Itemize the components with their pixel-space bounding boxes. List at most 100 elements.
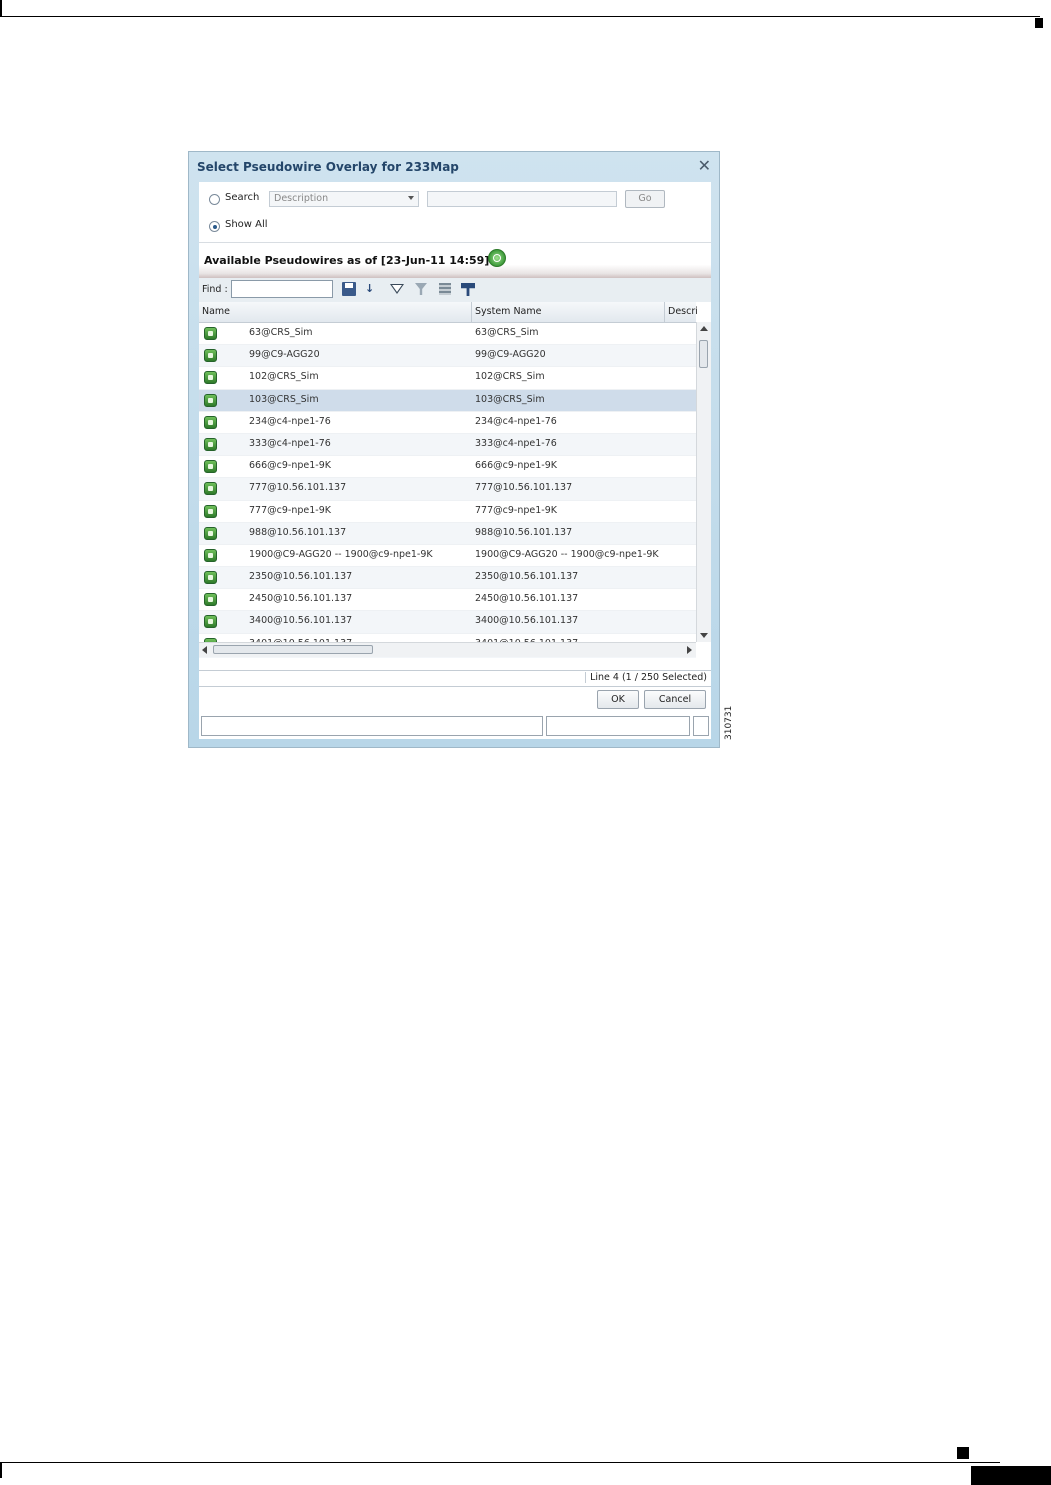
page-top-right-marker <box>1035 18 1043 28</box>
cell-name: 2450@10.56.101.137 <box>249 593 353 605</box>
selection-status: Line 4 (1 / 250 Selected) <box>585 672 707 683</box>
pseudowire-icon <box>204 571 217 585</box>
table-body: 63@CRS_Sim 63@CRS_Sim 99@C9-AGG20 99@C9-AGG… <box>199 323 696 658</box>
cell-name: 777@10.56.101.137 <box>249 482 347 494</box>
close-icon[interactable]: ✕ <box>698 156 711 175</box>
scroll-thumb[interactable] <box>699 340 708 368</box>
go-button[interactable]: Go <box>625 190 665 208</box>
save-icon[interactable] <box>342 282 356 296</box>
table-row[interactable]: 777@10.56.101.137 777@10.56.101.137 <box>199 478 696 501</box>
page-bottom-marker <box>957 1447 969 1459</box>
cell-name: 3400@10.56.101.137 <box>249 615 353 627</box>
table-row[interactable]: 777@c9-npe1-9K 777@c9-npe1-9K <box>199 501 696 523</box>
available-title: Available Pseudowires as of [23-Jun-11 1… <box>204 254 490 267</box>
table-row[interactable]: 988@10.56.101.137 988@10.56.101.137 <box>199 522 696 545</box>
cell-name: 2350@10.56.101.137 <box>249 571 353 583</box>
scroll-down-icon[interactable] <box>700 633 708 638</box>
column-divider[interactable] <box>471 302 472 322</box>
pseudowire-icon <box>204 460 217 474</box>
table-row[interactable]: 666@c9-npe1-9K 666@c9-npe1-9K <box>199 456 696 479</box>
table-row[interactable]: 2350@10.56.101.137 2350@10.56.101.137 <box>199 567 696 590</box>
scroll-thumb[interactable] <box>213 645 373 654</box>
filter-icon[interactable] <box>390 284 404 294</box>
cell-system-name: 666@c9-npe1-9K <box>475 460 557 472</box>
cell-system-name: 2350@10.56.101.137 <box>475 571 579 583</box>
status-bar-right <box>693 716 709 736</box>
pseudowire-icon <box>204 615 217 629</box>
cell-system-name: 988@10.56.101.137 <box>475 526 573 538</box>
search-text-input[interactable] <box>427 191 617 207</box>
cell-system-name: 63@CRS_Sim <box>475 327 539 338</box>
pseudowire-icon <box>204 327 217 340</box>
table-row[interactable]: 99@C9-AGG20 99@C9-AGG20 <box>199 345 696 368</box>
table-row[interactable]: 102@CRS_Sim 102@CRS_Sim <box>199 367 696 390</box>
pseudowire-icon <box>204 482 217 496</box>
refresh-icon[interactable] <box>488 249 506 267</box>
search-field-combo[interactable]: Description <box>269 191 419 207</box>
page-bottom-left-rule <box>0 1462 2 1478</box>
find-toolbar: Find : ↓ <box>199 278 711 302</box>
clear-filter-icon[interactable] <box>415 283 427 295</box>
cell-system-name: 1900@C9-AGG20 -- 1900@c9-npe1-9K <box>475 548 659 560</box>
cell-name: 1900@C9-AGG20 -- 1900@c9-npe1-9K <box>249 548 433 560</box>
ok-button[interactable]: OK <box>597 690 639 709</box>
pseudowire-icon <box>204 393 217 407</box>
cell-name: 103@CRS_Sim <box>249 393 319 405</box>
find-input[interactable] <box>231 280 333 298</box>
cell-system-name: 102@CRS_Sim <box>475 371 545 383</box>
column-header-description[interactable]: Descri <box>668 306 698 317</box>
sort-icon[interactable]: ↓ <box>365 282 379 296</box>
cell-system-name: 777@c9-npe1-9K <box>475 504 557 516</box>
cell-system-name: 333@c4-npe1-76 <box>475 437 557 449</box>
cell-name: 988@10.56.101.137 <box>249 526 347 538</box>
cancel-button[interactable]: Cancel <box>644 690 706 709</box>
column-divider[interactable] <box>664 302 665 322</box>
column-header-system-name[interactable]: System Name <box>475 306 541 317</box>
horizontal-scrollbar[interactable] <box>199 642 696 657</box>
search-radio[interactable] <box>209 194 220 205</box>
table-row[interactable]: 333@c4-npe1-76 333@c4-npe1-76 <box>199 433 696 457</box>
pseudowire-icon <box>204 548 217 562</box>
show-all-radio[interactable] <box>209 221 220 232</box>
search-field-value: Description <box>274 193 329 204</box>
pseudowire-icon <box>204 526 217 540</box>
pseudowire-table: Name System Name Descri 63@CRS_Sim 63@CRS… <box>199 302 711 658</box>
vertical-scrollbar[interactable] <box>696 322 711 642</box>
pseudowire-overlay-dialog: Select Pseudowire Overlay for 233Map ✕ S… <box>188 151 720 748</box>
pseudowire-icon <box>204 593 217 607</box>
table-row[interactable]: 234@c4-npe1-76 234@c4-npe1-76 <box>199 412 696 434</box>
pseudowire-icon <box>204 415 217 429</box>
table-row[interactable]: 1900@C9-AGG20 -- 1900@c9-npe1-9K 1900@C9-… <box>199 545 696 568</box>
status-line: Line 4 (1 / 250 Selected) <box>199 670 711 687</box>
figure-id: 310731 <box>724 705 734 740</box>
pseudowire-icon <box>204 371 217 385</box>
pseudowire-icon <box>204 437 217 451</box>
cell-name: 666@c9-npe1-9K <box>249 460 331 472</box>
table-row[interactable]: 2450@10.56.101.137 2450@10.56.101.137 <box>199 589 696 612</box>
dialog-body: Search Description Go Show All Available… <box>199 182 711 739</box>
export-icon[interactable] <box>461 283 475 296</box>
cell-system-name: 103@CRS_Sim <box>475 393 545 405</box>
search-area: Search Description Go Show All <box>199 182 711 242</box>
table-row[interactable]: 103@CRS_Sim 103@CRS_Sim <box>199 389 696 412</box>
table-row[interactable]: 3400@10.56.101.137 3400@10.56.101.137 <box>199 611 696 634</box>
table-icon[interactable] <box>439 283 451 295</box>
search-radio-label: Search <box>225 192 260 203</box>
table-header: Name System Name Descri <box>199 302 698 323</box>
cell-name: 777@c9-npe1-9K <box>249 504 331 516</box>
scroll-right-icon[interactable] <box>687 646 692 654</box>
page-top-left-rule <box>0 0 2 17</box>
column-header-name[interactable]: Name <box>202 306 230 317</box>
page-bottom-rule <box>0 1462 1000 1463</box>
dialog-title: Select Pseudowire Overlay for 233Map <box>197 160 459 174</box>
available-header: Available Pseudowires as of [23-Jun-11 1… <box>199 242 711 279</box>
scroll-left-icon[interactable] <box>202 646 207 654</box>
cell-system-name: 2450@10.56.101.137 <box>475 593 579 605</box>
show-all-radio-label: Show All <box>225 219 268 230</box>
scroll-up-icon[interactable] <box>700 326 708 331</box>
pseudowire-icon <box>204 504 217 518</box>
cell-system-name: 99@C9-AGG20 <box>475 349 546 361</box>
page-top-rule <box>0 16 1040 17</box>
cell-name: 63@CRS_Sim <box>249 327 313 338</box>
table-row[interactable]: 63@CRS_Sim 63@CRS_Sim <box>199 323 696 346</box>
